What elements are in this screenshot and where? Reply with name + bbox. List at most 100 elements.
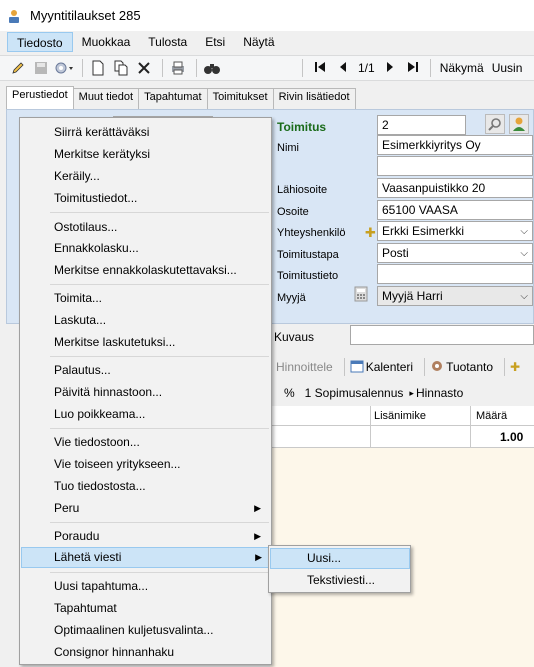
menu-nayta[interactable]: Näytä — [234, 32, 283, 52]
toimitustieto-field[interactable] — [377, 264, 533, 284]
lahiosoite-field[interactable]: Vaasanpuistikko 20 — [377, 178, 533, 198]
menu-item-palautus[interactable]: Palautus... — [22, 360, 269, 381]
menu-bar: Tiedosto Muokkaa Tulosta Etsi Näytä — [0, 31, 534, 53]
column-divider — [370, 426, 371, 448]
caret-right-icon: ▸ — [409, 387, 414, 398]
column-lisanimike[interactable]: Lisänimike — [374, 410, 426, 422]
menu-item-tuo-tiedostosta[interactable]: Tuo tiedostosta... — [22, 476, 269, 497]
delete-icon[interactable] — [134, 58, 154, 78]
first-record-icon[interactable] — [314, 61, 326, 76]
table-row[interactable]: 1.00 — [270, 426, 534, 448]
hinnasto-button[interactable]: Hinnasto — [416, 386, 463, 400]
print-icon[interactable] — [168, 58, 188, 78]
kuvaus-field[interactable] — [350, 325, 534, 345]
nimi2-field[interactable] — [377, 156, 533, 176]
submenu-item-uusi[interactable]: Uusi... — [270, 548, 410, 569]
toolbar: 1/1 Näkymä Uusin — [0, 55, 534, 81]
tab-perustiedot[interactable]: Perustiedot — [6, 86, 74, 109]
myyja-value: Myyjä Harri — [382, 289, 443, 303]
submenu-item-tekstiviesti[interactable]: Tekstiviesti... — [271, 570, 408, 591]
menu-item-ennakkolasku[interactable]: Ennakkolasku... — [22, 238, 269, 259]
menu-item-peru[interactable]: Peru ▶ — [22, 498, 269, 519]
binoculars-icon[interactable] — [202, 58, 222, 78]
menu-item-laskuta[interactable]: Laskuta... — [22, 310, 269, 331]
copy-icon[interactable] — [111, 58, 131, 78]
kalenteri-button[interactable]: Kalenteri — [366, 360, 413, 374]
tab-muut-tiedot[interactable]: Muut tiedot — [72, 88, 140, 109]
tiedosto-context-menu: Siirrä kerättäväksi Merkitse kerätyksi K… — [19, 117, 272, 665]
menu-item-peru-label: Peru — [54, 501, 80, 515]
tuotanto-button[interactable]: Tuotanto — [446, 360, 493, 374]
lower-toolbar: Hinnoittele Kalenteri Tuotanto ✚ — [276, 356, 520, 378]
yhteyshenkilo-select[interactable]: Erkki Esimerkki ⌵ — [377, 221, 533, 241]
hinnoittele-button[interactable]: Hinnoittele — [276, 360, 333, 374]
toimitustieto-label: Toimitustieto — [277, 270, 339, 282]
add-icon[interactable]: ✚ — [510, 360, 520, 374]
percent-button[interactable]: % — [284, 386, 295, 400]
menu-tiedosto[interactable]: Tiedosto — [7, 32, 73, 52]
menu-item-laheta-viesti[interactable]: Lähetä viesti ▶ — [21, 547, 271, 568]
edit-icon[interactable] — [8, 58, 28, 78]
settings-dropdown-icon[interactable] — [54, 58, 74, 78]
add-contact-icon[interactable]: ✚ — [365, 225, 376, 241]
toolbar-separator — [504, 358, 505, 376]
save-icon[interactable] — [31, 58, 51, 78]
menu-item-keraily[interactable]: Keräily... — [22, 166, 269, 187]
menu-item-merkitse-laskutetuksi[interactable]: Merkitse laskutetuksi... — [22, 332, 269, 353]
view-label: Näkymä — [439, 61, 484, 75]
column-maara[interactable]: Määrä — [476, 410, 507, 422]
search-icon[interactable] — [485, 114, 505, 134]
toimitus-field[interactable]: 2 — [377, 115, 466, 135]
yhteyshenkilo-label: Yhteyshenkilö — [277, 227, 346, 239]
menu-item-vie-tiedostoon[interactable]: Vie tiedostoon... — [22, 432, 269, 453]
menu-item-consignor-hinnanhaku[interactable]: Consignor hinnanhaku — [22, 642, 269, 663]
tab-rivin-lisatiedot[interactable]: Rivin lisätiedot — [272, 88, 356, 109]
menu-item-vie-toiseen-yritykseen[interactable]: Vie toiseen yritykseen... — [22, 454, 269, 475]
menu-item-optimaalinen-kuljetusvalinta[interactable]: Optimaalinen kuljetusvalinta... — [22, 620, 269, 641]
toimitustapa-select[interactable]: Posti ⌵ — [377, 243, 533, 263]
next-record-icon[interactable] — [385, 61, 395, 76]
menu-item-ostotilaus[interactable]: Ostotilaus... — [22, 217, 269, 238]
myyja-select[interactable]: Myyjä Harri ⌵ — [377, 286, 533, 306]
menu-item-uusi-tapahtuma[interactable]: Uusi tapahtuma... — [22, 576, 269, 597]
menu-separator — [50, 522, 269, 523]
previous-record-icon[interactable] — [338, 61, 348, 76]
menu-item-toimita[interactable]: Toimita... — [22, 288, 269, 309]
sopimusalennus-button[interactable]: 1 Sopimusalennus — [305, 386, 404, 400]
lahiosoite-label: Lähiosoite — [277, 184, 328, 196]
menu-muokkaa[interactable]: Muokkaa — [73, 32, 140, 52]
menu-item-tapahtumat[interactable]: Tapahtumat — [22, 598, 269, 619]
view-value[interactable]: Uusin — [492, 61, 523, 75]
menu-item-poraudu[interactable]: Poraudu ▶ — [22, 526, 269, 547]
last-record-icon[interactable] — [407, 61, 419, 76]
laheta-viesti-submenu: Uusi... Tekstiviesti... — [268, 545, 411, 593]
menu-item-merkitse-keratyksi[interactable]: Merkitse kerätyksi — [22, 144, 269, 165]
menu-item-siirra-kerattavaksi[interactable]: Siirrä kerättäväksi — [22, 122, 269, 143]
column-divider — [470, 426, 471, 448]
menu-item-luo-poikkeama[interactable]: Luo poikkeama... — [22, 404, 269, 425]
toolbar-separator — [302, 59, 303, 77]
menu-tulosta[interactable]: Tulosta — [139, 32, 196, 52]
customer-icon[interactable] — [509, 114, 529, 134]
menu-item-merkitse-ennakkolaskutettavaksi[interactable]: Merkitse ennakkolaskutettavaksi... — [22, 260, 269, 281]
toolbar-separator — [343, 358, 345, 376]
osoite-field[interactable]: 65100 VAASA — [377, 200, 533, 220]
menu-etsi[interactable]: Etsi — [196, 32, 234, 52]
menu-item-paivita-hinnastoon[interactable]: Päivitä hinnastoon... — [22, 382, 269, 403]
column-divider — [470, 406, 471, 426]
chevron-down-icon: ⌵ — [520, 226, 528, 237]
tab-tapahtumat[interactable]: Tapahtumat — [138, 88, 208, 109]
pricing-toolbar: % 1 Sopimusalennus ▸ Hinnasto — [284, 382, 463, 404]
tab-toimitukset[interactable]: Toimitukset — [206, 88, 274, 109]
calculator-icon[interactable] — [353, 286, 371, 302]
menu-item-toimitustiedot[interactable]: Toimitustiedot... — [22, 188, 269, 209]
grid-header: Lisänimike Määrä — [270, 406, 534, 426]
chevron-down-icon: ⌵ — [520, 291, 528, 302]
window-title: Myyntitilaukset 285 — [30, 8, 141, 23]
yhteyshenkilo-value: Erkki Esimerkki — [382, 224, 465, 238]
nimi-field[interactable]: Esimerkkiyritys Oy — [377, 135, 533, 155]
new-document-icon[interactable] — [88, 58, 108, 78]
toolbar-separator — [162, 59, 163, 77]
column-divider — [370, 406, 371, 426]
menu-separator — [50, 572, 269, 573]
